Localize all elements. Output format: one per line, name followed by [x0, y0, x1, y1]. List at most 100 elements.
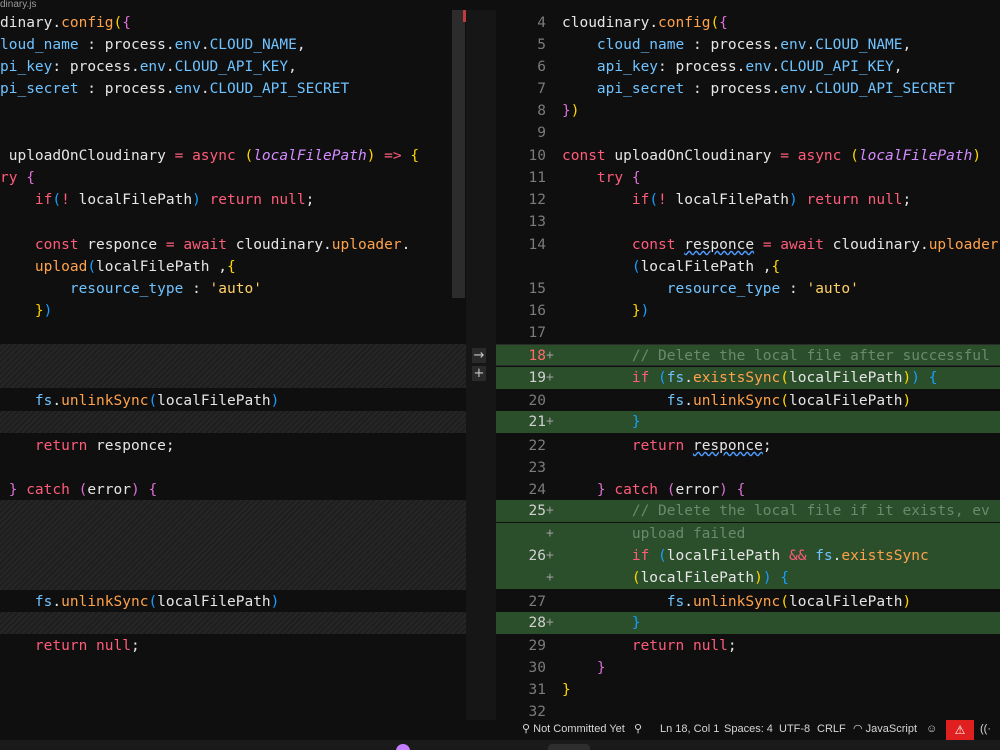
left-scrollbar-thumb[interactable] [452, 10, 465, 298]
code-token: ( [148, 393, 158, 409]
code-line[interactable]: 27 fs.unlinkSync(localFilePath) [496, 591, 1000, 613]
code-line[interactable]: uploadOnCloudinary = async (localFilePat… [0, 145, 466, 167]
code-token: ( [710, 15, 720, 31]
code-line[interactable]: 7 api_secret : process.env.CLOUD_API_SEC… [496, 78, 1000, 100]
code-line[interactable]: (localFilePath ,{ [496, 256, 1000, 278]
code-line[interactable]: 4 cloudinary.config({ [496, 12, 1000, 34]
copilot-icon[interactable]: ☺ [926, 722, 937, 736]
code-token: localFilePath [253, 148, 367, 164]
code-token: CLOUD_API_SECRET [815, 81, 955, 97]
broadcast-icon[interactable]: ((· [980, 722, 991, 736]
line-number: 11 [528, 170, 546, 186]
code-line[interactable]: 6 api_key: process.env.CLOUD_API_KEY, [496, 56, 1000, 78]
code-line[interactable]: 8}) [496, 100, 1000, 122]
code-token: return [806, 192, 859, 208]
added-code-line[interactable]: 28 + } [496, 612, 1000, 635]
code-token: error [87, 482, 131, 498]
arrow-right-icon[interactable]: → [472, 348, 486, 363]
code-line[interactable]: 31} [496, 679, 1000, 701]
added-code-line[interactable]: 18 + // Delete the local file after succe… [496, 344, 1000, 367]
code-line[interactable]: pi_key: process.env.CLOUD_API_KEY, [0, 56, 466, 78]
code-line[interactable]: 24 } catch (error) { [496, 479, 1000, 501]
code-token: responce; [87, 438, 175, 454]
code-line[interactable]: return null; [0, 635, 466, 657]
code-line[interactable]: upload(localFilePath ,{ [0, 256, 466, 278]
code-line[interactable]: loud_name : process.env.CLOUD_NAME, [0, 34, 466, 56]
taskbar-app-button[interactable] [548, 744, 590, 750]
code-line[interactable]: 5 cloud_name : process.env.CLOUD_NAME, [496, 34, 1000, 56]
added-code-line[interactable]: 21 + } [496, 411, 1000, 434]
line-ending[interactable]: CRLF [817, 722, 846, 736]
code-line[interactable]: ry { [0, 167, 466, 189]
code-token: . [165, 81, 175, 97]
code-line[interactable]: return responce; [0, 435, 466, 457]
code-line[interactable]: 23 [496, 457, 1000, 479]
code-line[interactable]: 10 const uploadOnCloudinary = async (loca… [496, 145, 1000, 167]
code-line[interactable]: const responce = await cloudinary.upload… [0, 234, 466, 256]
code-line[interactable]: dinary.config({ [0, 12, 466, 34]
code-token: uploadOnCloudinary [605, 148, 781, 164]
code-text: try { [562, 167, 641, 189]
encoding[interactable]: UTF-8 [779, 722, 810, 736]
code-line[interactable]: 22 return responce; [496, 435, 1000, 457]
code-line[interactable]: 16 }) [496, 300, 1000, 322]
code-line[interactable]: 17 [496, 322, 1000, 344]
code-token: : [780, 281, 807, 297]
language-mode[interactable]: ◠ JavaScript [853, 722, 917, 736]
code-line[interactable]: resource_type : 'auto' [0, 278, 466, 300]
code-token: pi_key [0, 59, 53, 75]
zoom-icon[interactable]: ⚲ [634, 722, 642, 736]
code-line[interactable]: if(! localFilePath) return null; [0, 189, 466, 211]
code-line[interactable]: 32 [496, 701, 1000, 720]
plus-icon[interactable]: + [472, 366, 486, 381]
code-line[interactable]: 29 return null; [496, 635, 1000, 657]
code-token: ( [631, 570, 641, 586]
git-commit-status[interactable]: ⚲ Not Committed Yet [522, 722, 625, 736]
code-line[interactable]: fs.unlinkSync(localFilePath) [0, 390, 466, 412]
code-token: : [658, 59, 676, 75]
code-line[interactable]: } catch (error) { [0, 479, 466, 501]
line-number: 4 [537, 15, 546, 31]
code-token: : [684, 81, 711, 97]
code-token: existsSync [841, 548, 929, 564]
code-line[interactable]: pi_secret : process.env.CLOUD_API_SECRET [0, 78, 466, 100]
warning-icon[interactable]: ⚠ [946, 720, 974, 740]
code-line[interactable]: fs.unlinkSync(localFilePath) [0, 591, 466, 613]
code-token: api_secret [596, 81, 685, 97]
code-text: pi_key: process.env.CLOUD_API_KEY, [0, 56, 297, 78]
code-token: const [34, 237, 79, 253]
code-line[interactable]: 30 } [496, 657, 1000, 679]
line-number: 23 [528, 460, 546, 476]
code-line[interactable]: 14 const responce = await cloudinary.upl… [496, 234, 1000, 256]
line-number: 14 [528, 237, 546, 253]
code-token: fs [666, 393, 685, 409]
code-token: cloudinary [823, 237, 920, 253]
brace-icon: ◠ [853, 723, 863, 735]
original-editor-pane[interactable]: dinary.config({loud_name : process.env.C… [0, 0, 466, 720]
code-line[interactable]: 13 [496, 211, 1000, 233]
code-token: . [52, 393, 62, 409]
code-line[interactable]: 11 try { [496, 167, 1000, 189]
code-line[interactable]: 9 [496, 122, 1000, 144]
cursor-position[interactable]: Ln 18, Col 1 [660, 722, 719, 736]
diff-filler-band [0, 612, 466, 634]
code-line[interactable]: 15 resource_type : 'auto' [496, 278, 1000, 300]
added-code-line[interactable]: 25 + // Delete the local file if it exist… [496, 500, 1000, 523]
code-line[interactable]: 20 fs.unlinkSync(localFilePath) [496, 390, 1000, 412]
modified-editor-pane[interactable]: 4 cloudinary.config({5 cloud_name : proce… [496, 0, 1000, 720]
code-line[interactable]: }) [0, 300, 466, 322]
added-code-line[interactable]: + (localFilePath)) { [496, 567, 1000, 590]
added-code-line[interactable]: + upload failed [496, 523, 1000, 546]
added-code-line[interactable]: 26 + if (localFilePath && fs.existsSync [496, 545, 1000, 568]
code-token: if [631, 370, 650, 386]
indentation[interactable]: Spaces: 4 [724, 722, 773, 736]
code-token: responce [684, 237, 755, 253]
code-line[interactable]: 12 if(! localFilePath) return null; [496, 189, 1000, 211]
added-code-line[interactable]: 19 + if (fs.existsSync(localFilePath)) { [496, 367, 1000, 390]
